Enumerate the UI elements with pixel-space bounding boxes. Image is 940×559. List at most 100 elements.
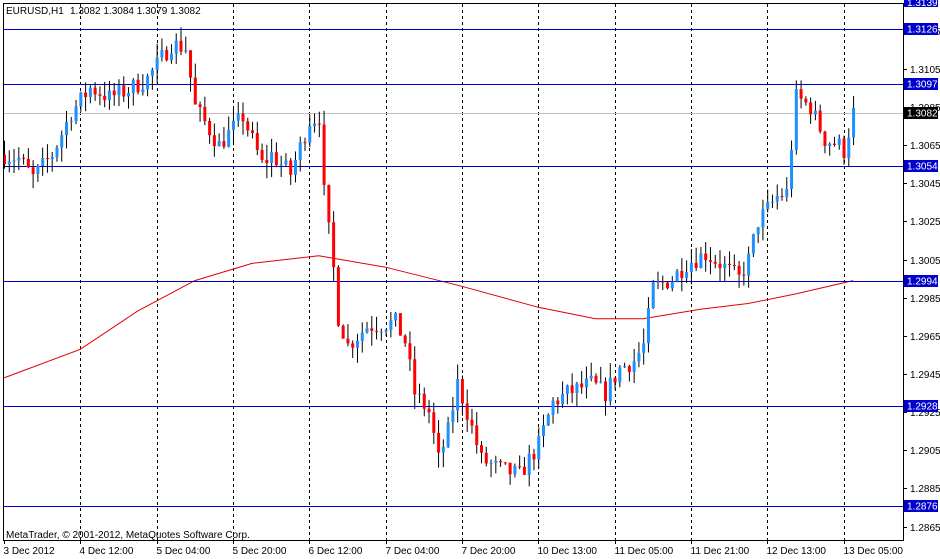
candle-body (351, 343, 355, 348)
x-tick-label: 12 Dec 13:00 (767, 546, 827, 557)
candle-body (785, 188, 789, 197)
y-tick-label: 1.3005 (910, 256, 940, 267)
candle-body (222, 141, 226, 147)
candle-body (360, 332, 364, 341)
y-tick-label: 1.2885 (910, 484, 940, 495)
candle-body (584, 378, 588, 388)
candle-body (212, 135, 216, 147)
candle-body (852, 107, 856, 138)
candle-body (699, 253, 703, 268)
candle-body (613, 377, 617, 383)
candle-body (146, 75, 150, 90)
candle-body (117, 85, 121, 96)
candle-body (332, 222, 336, 268)
candle-body (155, 57, 159, 70)
candle-body (336, 267, 340, 326)
candle-body (551, 400, 555, 415)
candle-body (747, 253, 751, 276)
candle-body (832, 143, 836, 146)
candle-body (17, 157, 21, 161)
candle-body (470, 419, 474, 426)
candle-body (189, 50, 193, 78)
candle-body (69, 121, 73, 123)
candle-body (775, 195, 779, 202)
candle-body (12, 160, 16, 162)
candle-body (799, 89, 803, 99)
time-axis: 3 Dec 2012 4 Dec 12:00 5 Dec 04:00 5 Dec 20… (4, 540, 903, 557)
candle-body (84, 92, 88, 98)
candle-body (346, 338, 350, 344)
level-label-text: 1.3097 (907, 80, 938, 91)
candle-body (308, 126, 312, 143)
x-tick-label: 11 Dec 05:00 (615, 546, 674, 557)
candle-body (642, 343, 646, 353)
candle-body (661, 281, 665, 283)
x-tick-label: 5 Dec 04:00 (157, 546, 211, 557)
candle-body (293, 159, 297, 175)
candle-body (542, 425, 546, 436)
ohlc-label: 1.3082 1.3084 1.3079 1.3082 (70, 6, 201, 17)
candle-body (41, 158, 45, 166)
candle-body (589, 375, 593, 379)
candle-body (766, 202, 770, 210)
candle-body (527, 453, 531, 475)
candle-body (79, 92, 83, 107)
candle-body (675, 270, 679, 282)
candle-body (193, 77, 197, 105)
candle-body (632, 361, 636, 372)
candle-body (623, 366, 627, 368)
candle-body (594, 375, 598, 383)
candle-body (770, 201, 774, 203)
level-label-text: 1.3054 (907, 162, 938, 173)
candle-body (790, 149, 794, 189)
candle-body (217, 141, 221, 147)
candle-body (503, 462, 507, 464)
candle-body (265, 159, 269, 164)
candle-body (809, 102, 813, 115)
candle-body (732, 264, 736, 266)
candle-body (670, 281, 674, 289)
top-label-text: 1.3139 (907, 0, 938, 9)
candle-body (494, 460, 498, 463)
candle-body (751, 234, 755, 254)
y-tick-label: 1.2865 (910, 523, 940, 534)
candle-body (417, 393, 421, 395)
candle-body (403, 335, 407, 344)
y-tick-label: 1.3025 (910, 217, 940, 228)
candle-body (103, 95, 107, 101)
candle-body (728, 263, 732, 265)
candle-body (131, 79, 135, 94)
candle-body (384, 330, 388, 332)
candle-body (31, 167, 35, 175)
candle-body (236, 113, 240, 121)
candle-body (646, 308, 650, 344)
candle-body (508, 462, 512, 475)
candle-body (284, 160, 288, 165)
candle-body (394, 313, 398, 321)
level-label-text: 1.2876 (907, 502, 938, 513)
candle-body (618, 367, 622, 383)
x-tick-label: 7 Dec 04:00 (386, 546, 440, 557)
candle-body (761, 209, 765, 228)
candle-body (828, 143, 832, 147)
candle-body (136, 79, 140, 93)
price-chart[interactable]: 1.31251.31051.30851.30651.30451.30251.30… (0, 0, 940, 559)
level-label-text: 1.2994 (907, 277, 938, 288)
candle-body (742, 274, 746, 276)
candle-body (375, 330, 379, 332)
candle-body (546, 414, 550, 426)
candle-body (813, 110, 817, 115)
candle-body (55, 147, 59, 158)
candle-body (694, 262, 698, 268)
y-tick-label: 1.3065 (910, 141, 940, 152)
candle-body (680, 270, 684, 279)
candle-body (561, 393, 565, 405)
level-label-text: 1.2928 (907, 402, 938, 413)
candle-body (260, 149, 264, 160)
candle-body (556, 400, 560, 405)
candle-body (231, 120, 235, 131)
candle-body (446, 422, 450, 447)
candle-body (122, 85, 126, 97)
horizontal-levels[interactable] (4, 29, 903, 507)
candle-body (198, 104, 202, 108)
